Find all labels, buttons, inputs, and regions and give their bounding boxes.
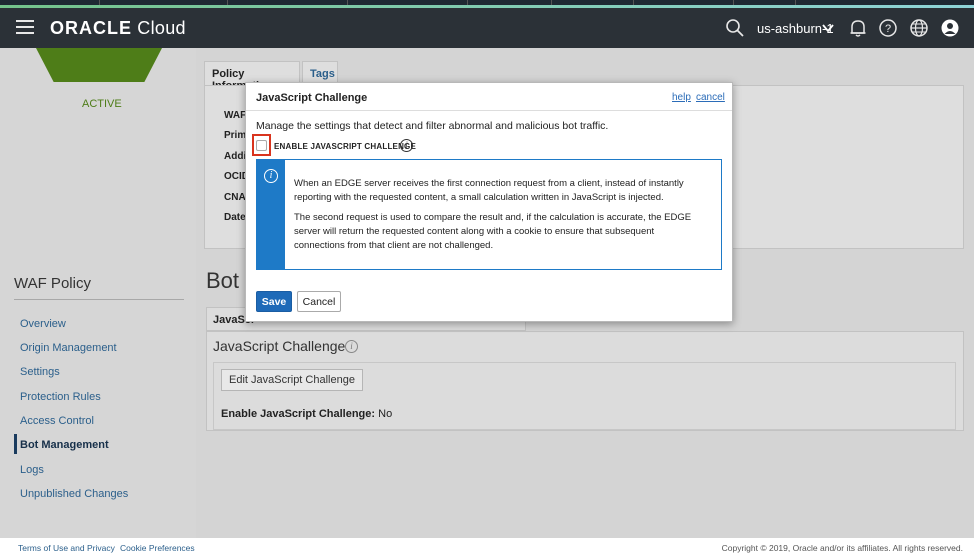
info-icon[interactable]: i bbox=[345, 340, 358, 353]
page-title: Bot bbox=[206, 268, 240, 293]
bell-icon[interactable] bbox=[848, 18, 868, 38]
chevron-down-icon[interactable] bbox=[822, 22, 834, 34]
user-icon[interactable] bbox=[940, 18, 960, 38]
enable-status-label: Enable JavaScript Challenge: bbox=[221, 408, 376, 420]
sidebar-item-origin-management[interactable]: Origin Management bbox=[20, 342, 117, 354]
help-icon[interactable]: ? bbox=[878, 18, 898, 38]
enable-status-value: No bbox=[378, 408, 393, 420]
cancel-button[interactable]: Cancel bbox=[297, 291, 341, 312]
sidebar-title: WAF Policy bbox=[14, 275, 91, 292]
svg-text:?: ? bbox=[885, 23, 891, 35]
active-nav-marker bbox=[14, 434, 17, 454]
info-label: CNA bbox=[224, 192, 246, 203]
info-callout-strip: i bbox=[257, 160, 285, 269]
top-progress-strip bbox=[0, 0, 974, 8]
info-label: WAF bbox=[224, 110, 247, 121]
edit-javascript-challenge-button[interactable]: Edit JavaScript Challenge bbox=[221, 369, 363, 391]
info-paragraph-1: When an EDGE server receives the first c… bbox=[294, 178, 684, 203]
sidebar-divider bbox=[14, 299, 184, 300]
info-label: Addi bbox=[224, 151, 247, 162]
search-icon[interactable] bbox=[725, 18, 745, 38]
hamburger-icon[interactable] bbox=[16, 20, 34, 34]
footer: Terms of Use and Privacy Cookie Preferen… bbox=[0, 538, 974, 556]
sidebar-item-logs[interactable]: Logs bbox=[20, 464, 44, 476]
sidebar-item-access-control[interactable]: Access Control bbox=[20, 415, 94, 427]
dialog-title: JavaScript Challenge bbox=[256, 92, 368, 104]
sidebar-item-settings[interactable]: Settings bbox=[20, 366, 60, 378]
oracle-cloud-logo[interactable]: ORACLE Cloud bbox=[50, 18, 186, 39]
sidebar-item-overview[interactable]: Overview bbox=[20, 318, 66, 330]
terms-link[interactable]: Terms of Use and Privacy bbox=[18, 543, 115, 553]
sidebar-item-unpublished-changes[interactable]: Unpublished Changes bbox=[20, 488, 128, 500]
help-link[interactable]: help bbox=[672, 92, 691, 103]
info-label: Prim bbox=[224, 130, 247, 141]
globe-icon[interactable] bbox=[909, 18, 929, 38]
info-label: Date bbox=[224, 212, 246, 223]
info-icon: i bbox=[264, 169, 278, 183]
top-header: ORACLE Cloud us-ashburn-1 ? bbox=[0, 8, 974, 48]
status-badge: ACTIVE bbox=[82, 98, 122, 110]
dialog-header: JavaScript Challenge help cancel bbox=[246, 83, 732, 111]
javascript-challenge-dialog: JavaScript Challenge help cancel Manage … bbox=[245, 82, 733, 322]
enable-status-line: Enable JavaScript Challenge: No bbox=[221, 408, 392, 420]
save-button[interactable]: Save bbox=[256, 291, 292, 312]
section-title: JavaScript Challenge bbox=[213, 338, 346, 354]
enable-javascript-challenge-checkbox[interactable] bbox=[256, 140, 267, 151]
sidebar-item-protection-rules[interactable]: Protection Rules bbox=[20, 391, 101, 403]
copyright-text: Copyright © 2019, Oracle and/or its affi… bbox=[721, 543, 963, 553]
info-callout: i When an EDGE server receives the first… bbox=[256, 159, 722, 270]
dialog-description: Manage the settings that detect and filt… bbox=[256, 120, 609, 132]
cancel-link[interactable]: cancel bbox=[696, 92, 725, 103]
info-paragraph-2: The second request is used to compare th… bbox=[294, 212, 692, 251]
checkbox-label[interactable]: ENABLE JAVASCRIPT CHALLENGE bbox=[274, 142, 416, 151]
sidebar-item-bot-management[interactable]: Bot Management bbox=[20, 439, 109, 451]
cookie-preferences-link[interactable]: Cookie Preferences bbox=[120, 543, 195, 553]
policy-status-graphic bbox=[36, 48, 162, 82]
info-icon[interactable]: i bbox=[400, 139, 413, 152]
